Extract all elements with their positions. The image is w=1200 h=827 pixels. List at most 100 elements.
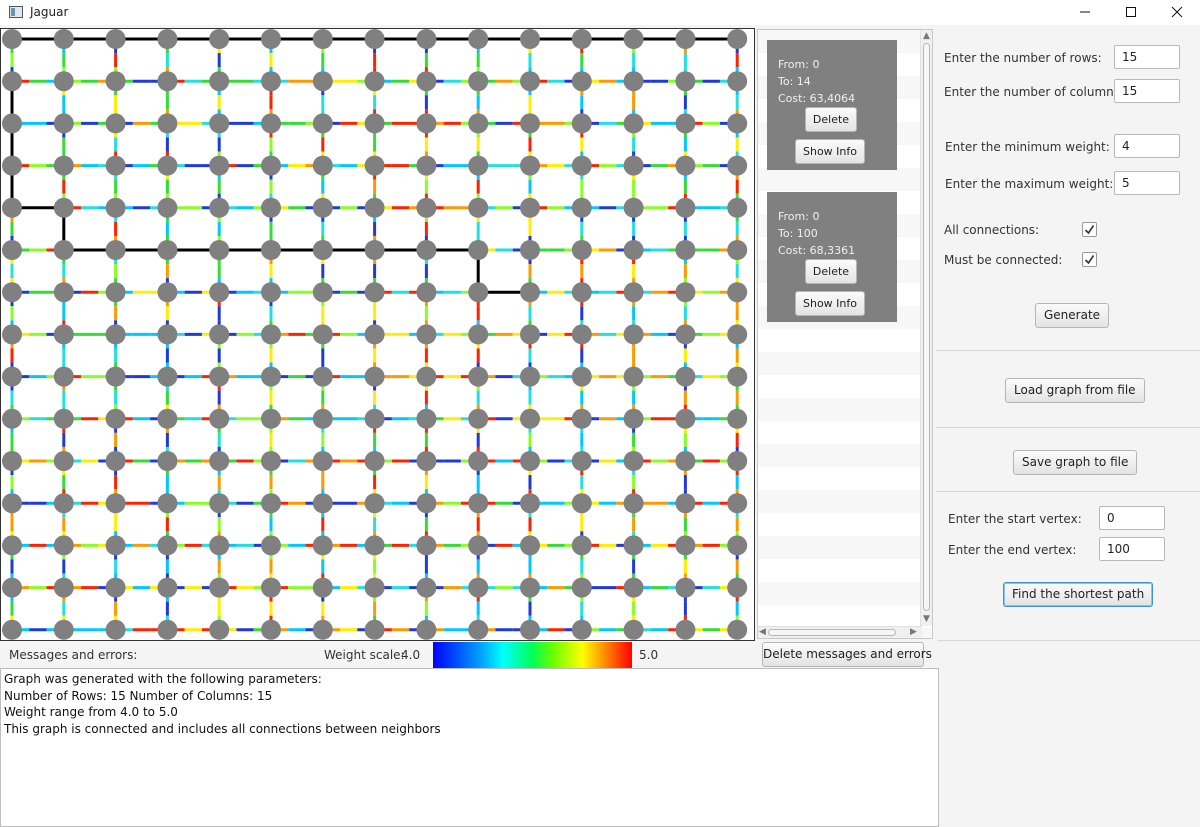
- graph-vertex[interactable]: [261, 408, 281, 429]
- graph-vertex[interactable]: [2, 29, 22, 49]
- graph-vertex[interactable]: [2, 324, 22, 345]
- graph-vertex[interactable]: [261, 493, 281, 514]
- graph-vertex[interactable]: [727, 29, 748, 49]
- graph-vertex[interactable]: [571, 408, 592, 429]
- graph-vertex[interactable]: [675, 197, 696, 218]
- graph-vertex[interactable]: [416, 619, 437, 640]
- graph-vertex[interactable]: [675, 619, 696, 640]
- graph-vertex[interactable]: [364, 324, 385, 345]
- graph-canvas[interactable]: [0, 28, 755, 641]
- graph-vertex[interactable]: [623, 240, 644, 260]
- graph-vertex[interactable]: [727, 197, 748, 218]
- graph-vertex[interactable]: [571, 71, 592, 92]
- graph-vertex[interactable]: [727, 324, 748, 345]
- graph-vertex[interactable]: [468, 71, 489, 92]
- graph-vertex[interactable]: [157, 451, 178, 471]
- graph-vertex[interactable]: [623, 71, 644, 92]
- graph-vertex[interactable]: [157, 493, 178, 514]
- graph-vertex[interactable]: [261, 366, 281, 387]
- graph-vertex[interactable]: [2, 240, 22, 260]
- scroll-left-icon[interactable]: ◀: [759, 627, 766, 637]
- graph-vertex[interactable]: [727, 71, 748, 92]
- graph-vertex[interactable]: [261, 197, 281, 218]
- scroll-thumb[interactable]: [768, 629, 896, 636]
- graph-vertex[interactable]: [416, 71, 437, 92]
- graph-vertex[interactable]: [312, 197, 333, 218]
- graph-vertex[interactable]: [2, 493, 22, 514]
- graph-vertex[interactable]: [623, 113, 644, 134]
- graph-vertex[interactable]: [157, 324, 178, 345]
- start-vertex-input[interactable]: 0: [1099, 506, 1165, 530]
- graph-vertex[interactable]: [209, 113, 230, 134]
- graph-vertex[interactable]: [727, 113, 748, 134]
- max-weight-input[interactable]: 5: [1114, 171, 1180, 195]
- graph-vertex[interactable]: [571, 535, 592, 556]
- graph-vertex[interactable]: [209, 29, 230, 49]
- graph-vertex[interactable]: [105, 408, 126, 429]
- graph-vertex[interactable]: [675, 29, 696, 49]
- graph-vertex[interactable]: [53, 240, 74, 260]
- graph-vertex[interactable]: [209, 324, 230, 345]
- graph-vertex[interactable]: [520, 451, 540, 471]
- graph-vertex[interactable]: [571, 577, 592, 598]
- must-be-connected-checkbox[interactable]: [1082, 252, 1097, 267]
- graph-vertex[interactable]: [520, 366, 540, 387]
- graph-vertex[interactable]: [209, 282, 230, 303]
- graph-vertex[interactable]: [520, 113, 540, 134]
- graph-vertex[interactable]: [364, 619, 385, 640]
- graph-vertex[interactable]: [157, 29, 178, 49]
- graph-vertex[interactable]: [416, 282, 437, 303]
- graph-vertex[interactable]: [105, 535, 126, 556]
- graph-vertex[interactable]: [727, 535, 748, 556]
- close-button[interactable]: [1154, 0, 1200, 25]
- graph-vertex[interactable]: [261, 451, 281, 471]
- graph-vertex[interactable]: [364, 535, 385, 556]
- graph-vertex[interactable]: [312, 619, 333, 640]
- graph-vertex[interactable]: [675, 451, 696, 471]
- scroll-thumb[interactable]: [923, 43, 930, 611]
- graph-vertex[interactable]: [53, 493, 74, 514]
- graph-vertex[interactable]: [623, 282, 644, 303]
- graph-vertex[interactable]: [53, 408, 74, 429]
- graph-vertex[interactable]: [571, 451, 592, 471]
- scroll-down-icon[interactable]: ▼: [923, 614, 930, 624]
- graph-vertex[interactable]: [520, 197, 540, 218]
- graph-vertex[interactable]: [105, 240, 126, 260]
- graph-vertex[interactable]: [520, 240, 540, 260]
- graph-vertex[interactable]: [209, 535, 230, 556]
- graph-vertex[interactable]: [364, 366, 385, 387]
- graph-vertex[interactable]: [675, 535, 696, 556]
- maximize-button[interactable]: [1108, 0, 1154, 25]
- graph-vertex[interactable]: [416, 493, 437, 514]
- graph-vertex[interactable]: [2, 155, 22, 176]
- graph-vertex[interactable]: [520, 493, 540, 514]
- graph-vertex[interactable]: [105, 493, 126, 514]
- graph-vertex[interactable]: [157, 408, 178, 429]
- graph-vertex[interactable]: [675, 366, 696, 387]
- graph-vertex[interactable]: [571, 493, 592, 514]
- graph-vertex[interactable]: [2, 535, 22, 556]
- graph-vertex[interactable]: [727, 619, 748, 640]
- graph-vertex[interactable]: [105, 29, 126, 49]
- graph-vertex[interactable]: [364, 577, 385, 598]
- graph-vertex[interactable]: [261, 324, 281, 345]
- save-graph-button[interactable]: Save graph to file: [1013, 450, 1138, 475]
- scroll-right-icon[interactable]: ▶: [910, 627, 917, 637]
- graph-vertex[interactable]: [312, 408, 333, 429]
- graph-vertex[interactable]: [623, 493, 644, 514]
- generate-button[interactable]: Generate: [1035, 303, 1110, 328]
- graph-vertex[interactable]: [416, 577, 437, 598]
- graph-vertex[interactable]: [261, 577, 281, 598]
- columns-input[interactable]: 15: [1114, 79, 1180, 103]
- graph-vertex[interactable]: [261, 29, 281, 49]
- graph-vertex[interactable]: [675, 155, 696, 176]
- graph-vertex[interactable]: [53, 366, 74, 387]
- graph-vertex[interactable]: [571, 197, 592, 218]
- graph-vertex[interactable]: [623, 29, 644, 49]
- graph-vertex[interactable]: [209, 577, 230, 598]
- graph-vertex[interactable]: [416, 535, 437, 556]
- graph-vertex[interactable]: [312, 535, 333, 556]
- graph-vertex[interactable]: [209, 493, 230, 514]
- graph-vertex[interactable]: [416, 366, 437, 387]
- graph-vertex[interactable]: [105, 577, 126, 598]
